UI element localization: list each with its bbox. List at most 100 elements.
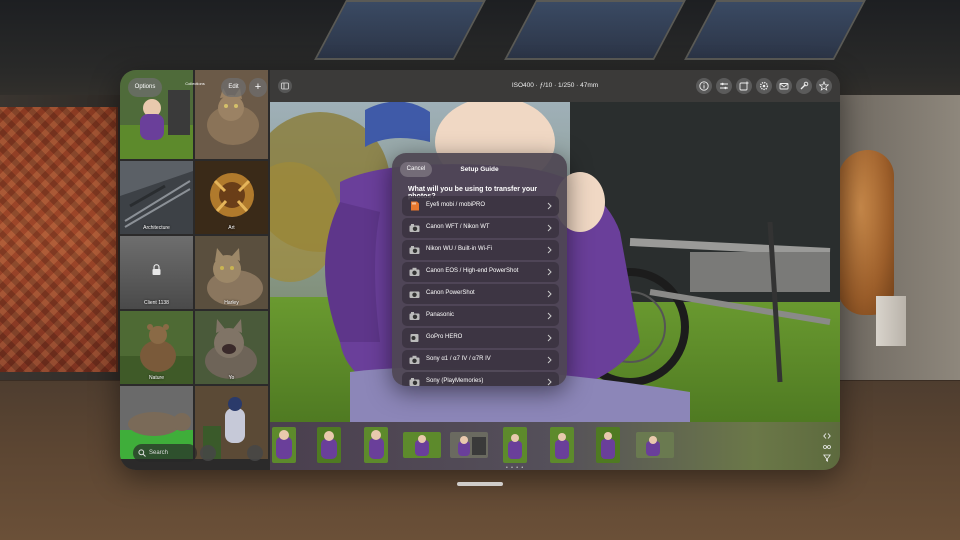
filter-funnel-icon[interactable]: [823, 454, 831, 462]
option-gopro[interactable]: GoPro HERO: [402, 328, 559, 348]
option-label: Canon EOS / High-end PowerShot: [426, 268, 519, 274]
album-tile[interactable]: Nature: [120, 311, 193, 384]
album-thumbnail: [120, 311, 193, 384]
option-label: Sony (PlayMemories): [426, 378, 484, 384]
settings-button[interactable]: [756, 78, 772, 94]
option-canon-eos[interactable]: Canon EOS / High-end PowerShot: [402, 262, 559, 282]
thumbnail-image: [403, 432, 441, 458]
add-button[interactable]: +: [249, 78, 267, 97]
filmstrip-thumbnail[interactable]: [636, 432, 674, 458]
filmstrip-thumbnail[interactable]: [596, 427, 620, 463]
camera-icon: [409, 378, 420, 386]
camera-icon: [409, 312, 420, 320]
setup-guide-dialog: Cancel Setup Guide What will you be usin…: [392, 153, 567, 386]
skylight: [684, 0, 866, 60]
option-canon-wft[interactable]: Canon WFT / Nikon WT: [402, 218, 559, 238]
camera-icon: [409, 246, 420, 254]
view-options-button[interactable]: [247, 445, 263, 461]
skylight: [314, 0, 486, 60]
chevron-right-icon: [547, 268, 552, 276]
glasses-icon[interactable]: [823, 443, 831, 451]
thumbnail-image: [503, 427, 527, 463]
search-placeholder: Search: [149, 450, 169, 456]
info-button[interactable]: [696, 78, 712, 94]
filmstrip-thumbnail[interactable]: [272, 427, 296, 463]
album-tile[interactable]: Harley: [195, 236, 268, 309]
album-tile[interactable]: Architecture: [120, 161, 193, 234]
option-label: GoPro HERO: [426, 334, 463, 340]
filmstrip-thumbnail[interactable]: [450, 432, 488, 458]
search-icon: [138, 449, 146, 457]
option-label: Nikon WU / Built-in Wi-Fi: [426, 246, 493, 252]
filmstrip: • • • •: [270, 422, 840, 470]
sd-card-icon: [411, 201, 419, 211]
adjust-button[interactable]: [716, 78, 732, 94]
wall-artwork: [0, 107, 118, 372]
camera-icon: [409, 267, 420, 276]
chevron-right-icon: [547, 246, 552, 254]
camera-icon: [409, 355, 420, 364]
filmstrip-thumbnail[interactable]: [317, 427, 341, 463]
mail-button[interactable]: [776, 78, 792, 94]
page-indicator: • • • •: [506, 465, 525, 470]
favorite-button[interactable]: [816, 78, 832, 94]
options-button[interactable]: Options: [128, 78, 162, 97]
album-label: Nature: [148, 375, 164, 381]
option-nikon-wu[interactable]: Nikon WU / Built-in Wi-Fi: [402, 240, 559, 260]
option-label: Panasonic: [426, 312, 455, 318]
album-tile[interactable]: Yo: [195, 311, 268, 384]
album-thumbnail: [195, 311, 268, 384]
sidebar-toggle-icon: [281, 82, 289, 90]
album-thumbnail: [195, 236, 268, 309]
chevron-right-icon: [547, 312, 552, 320]
sliders-icon: [720, 82, 728, 90]
edit-button[interactable]: Edit: [221, 78, 246, 97]
camera-icon: [409, 291, 420, 298]
album-label: Art: [228, 225, 235, 231]
search-input[interactable]: Search: [133, 444, 197, 462]
gear-icon: [759, 81, 769, 91]
option-canon-powershot[interactable]: Canon PowerShot: [402, 284, 559, 304]
pedestal: [876, 296, 906, 346]
collection-title: Collections: [185, 81, 205, 86]
album-thumbnail: [195, 161, 268, 234]
lock-icon: [152, 264, 161, 275]
tools-button[interactable]: [796, 78, 812, 94]
option-sony-playmemories[interactable]: Sony (PlayMemories): [402, 372, 559, 386]
option-label: Canon PowerShot: [426, 290, 475, 296]
action-camera-icon: [410, 334, 419, 342]
album-tile[interactable]: Client 1138: [120, 236, 193, 309]
chevron-right-icon: [547, 202, 552, 210]
skylight: [504, 0, 686, 60]
filmstrip-thumbnail[interactable]: [403, 432, 441, 458]
thumbnail-image: [550, 427, 574, 463]
chevron-right-icon: [547, 356, 552, 364]
thumbnail-image: [636, 432, 674, 458]
album-thumbnail: [120, 161, 193, 234]
album-label: Harley: [224, 300, 239, 306]
option-sony-alpha[interactable]: Sony α1 / α7 IV / α7R IV: [402, 350, 559, 370]
thumbnail-image: [364, 427, 388, 463]
window-grabber-handle[interactable]: [457, 482, 503, 486]
option-label: Sony α1 / α7 IV / α7R IV: [426, 356, 491, 362]
filmstrip-thumbnail[interactable]: [364, 427, 388, 463]
album-label: Architecture: [143, 225, 170, 231]
filmstrip-thumbnail[interactable]: [550, 427, 574, 463]
add-photo-button[interactable]: [736, 78, 752, 94]
chevron-right-icon: [547, 290, 552, 298]
sidebar-toggle-button[interactable]: [278, 79, 292, 93]
sidebar-header: Options Collections Edit +: [120, 70, 270, 104]
filmstrip-thumbnail[interactable]: [503, 427, 527, 463]
option-eyefi[interactable]: Eyefi mobi / mobiPRO: [402, 196, 559, 216]
dialog-title: Setup Guide: [460, 166, 499, 173]
album-tile[interactable]: Art: [195, 161, 268, 234]
chevron-right-icon: [547, 378, 552, 386]
mail-icon: [779, 83, 789, 90]
code-icon[interactable]: [823, 432, 831, 440]
option-panasonic[interactable]: Panasonic: [402, 306, 559, 326]
sculpture: [838, 150, 894, 315]
filter-button[interactable]: [200, 445, 216, 461]
option-label: Canon WFT / Nikon WT: [426, 224, 490, 230]
thumbnail-image: [317, 427, 341, 463]
sidebar: Architecture Art Client 1138 Harley Natu…: [120, 70, 270, 470]
